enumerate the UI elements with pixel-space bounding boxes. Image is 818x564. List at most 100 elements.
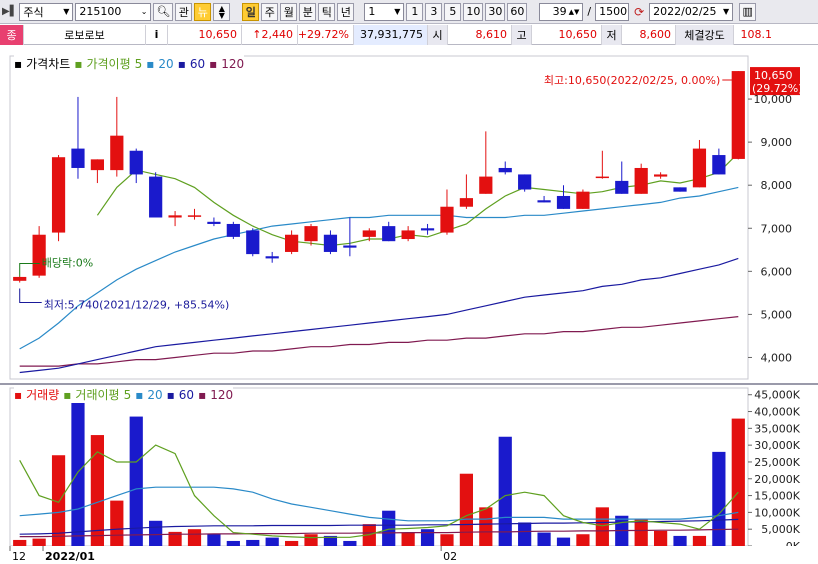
candle-up: [51, 157, 66, 233]
volume-bar: [576, 534, 590, 546]
candle-up: [595, 176, 609, 179]
volume-legend: ▪ 거래량 ▪ 거래이평 5 ▪ 20 ▪ 60 ▪ 120: [14, 386, 234, 403]
volume-axis-label: 45,000K: [754, 389, 800, 402]
price-axis-label: 9,000: [761, 136, 793, 149]
volume-bar: [304, 534, 318, 546]
volume-bar: [13, 539, 27, 546]
legend-marker: ▪: [177, 56, 186, 71]
volume-bar: [285, 540, 299, 546]
quote-strip: 종 로보로보 i 10,650 ↑2,440 +29.72% 37,931,77…: [0, 24, 818, 45]
chevron-down-icon: ⌄: [140, 7, 148, 16]
period-tab-tick[interactable]: 틱: [318, 2, 336, 21]
interval-select[interactable]: 1 ▼: [364, 2, 405, 21]
price-change-pct: +29.72%: [298, 24, 354, 45]
volume-bar: [71, 391, 85, 546]
legend-marker: ▪: [135, 387, 144, 402]
candle-up: [479, 176, 493, 194]
volume-bar: [149, 520, 163, 546]
info-button[interactable]: i: [146, 24, 168, 45]
last-price-tag-pct: (29.72%): [752, 82, 803, 95]
bars-total-input[interactable]: 1500: [595, 2, 630, 21]
volume-bar: [32, 538, 46, 546]
candle-down: [556, 195, 571, 209]
candle-down: [129, 150, 143, 175]
candle-down: [149, 176, 163, 218]
toolbar: ▶▌ 주식 ▼ 215100 ⌄ 🔍︎ 관 뉴 ▲ ▼ 일 주 월 분 틱 년 1…: [0, 0, 818, 24]
candle-down: [615, 180, 629, 194]
legend-marker-ma: ▪: [63, 387, 72, 402]
legend-marker: ▪: [14, 387, 23, 402]
interval-preset-10[interactable]: 10: [463, 2, 484, 21]
interval-preset-1[interactable]: 1: [406, 2, 424, 21]
volume-bar: [110, 500, 124, 546]
interval-preset-5[interactable]: 5: [444, 2, 462, 21]
candle-up: [110, 135, 124, 171]
chart-canvas[interactable]: 4,0005,0006,0007,0008,0009,00010,000최고:1…: [0, 46, 818, 564]
volume-axis-label: 20,000K: [754, 473, 800, 486]
volume-bar: [382, 510, 396, 546]
price-ma60-label: 60: [189, 56, 206, 71]
candle-up: [576, 191, 590, 209]
candle-up: [304, 226, 318, 242]
volume-bar: [712, 451, 726, 546]
spin-icon: ▲▼: [568, 7, 580, 16]
candle-down: [382, 226, 396, 242]
view-button[interactable]: 관: [175, 2, 193, 21]
price-ma120-label: 120: [221, 56, 245, 71]
strength-value: 108.1: [740, 28, 773, 41]
candle-down: [265, 256, 279, 259]
candle-down: [246, 230, 260, 255]
period-tab-year[interactable]: 년: [337, 2, 355, 21]
period-tab-minute[interactable]: 분: [299, 2, 317, 21]
price-axis-label: 5,000: [761, 308, 793, 321]
bars-shown-input[interactable]: 39 ▲▼: [539, 2, 584, 21]
open-price: 8,610: [448, 24, 512, 45]
volume-bar: [129, 416, 143, 546]
volume-axis-label: 5,000K: [761, 523, 800, 536]
volume-ma20-label: 20: [147, 387, 163, 402]
period-tab-month[interactable]: 월: [280, 2, 298, 21]
refresh-icon[interactable]: ⟳: [631, 5, 647, 19]
volume-panel-title[interactable]: 거래량: [26, 386, 59, 403]
search-button[interactable]: 🔍︎: [153, 2, 174, 21]
last-price-tag-value: 10,650: [754, 69, 793, 82]
price-ma-title[interactable]: 가격이평: [86, 55, 130, 72]
volume-axis-label: 40,000K: [754, 406, 800, 419]
period-tab-day[interactable]: 일: [242, 2, 260, 21]
price-axis-label: 8,000: [761, 179, 793, 192]
volume-bar: [207, 534, 221, 546]
volume-bar: [654, 530, 668, 546]
high-label: 고: [512, 24, 532, 45]
panel-toggle-icon[interactable]: ▶▌: [2, 6, 17, 17]
candle-down: [537, 200, 551, 203]
legend-marker: ▪: [146, 56, 155, 71]
low-label: 저: [602, 24, 622, 45]
date-select[interactable]: 2022/02/25 ▼: [649, 2, 734, 21]
price-ma5-label: 5: [134, 56, 143, 71]
volume-bar: [634, 519, 648, 546]
strength-label: 체결강도: [676, 24, 734, 45]
interval-preset-60[interactable]: 60: [507, 2, 528, 21]
trade-volume: 37,931,775: [354, 24, 428, 45]
chevron-down-icon: ▼: [394, 7, 401, 16]
volume-axis-label: 10,000K: [754, 506, 800, 519]
volume-bar: [265, 537, 279, 546]
stock-code-input[interactable]: 215100 ⌄: [75, 2, 152, 21]
volume-bar: [498, 436, 512, 546]
market-select[interactable]: 주식 ▼: [19, 2, 74, 21]
interval-preset-30[interactable]: 30: [485, 2, 506, 21]
volume-bar: [459, 473, 473, 546]
chart-settings-button[interactable]: ▥: [739, 2, 757, 21]
legend-marker: ▪: [198, 387, 207, 402]
interval-preset-3[interactable]: 3: [425, 2, 443, 21]
candle-down: [712, 155, 726, 175]
candle-down: [498, 167, 512, 173]
low-price: 8,600: [622, 24, 676, 45]
stepper-button[interactable]: ▲ ▼: [213, 2, 231, 21]
period-tab-week[interactable]: 주: [261, 2, 279, 21]
volume-bar: [537, 532, 551, 546]
legend-marker: ▪: [14, 56, 23, 71]
price-panel-title[interactable]: 가격차트: [26, 55, 70, 72]
news-button[interactable]: 뉴: [194, 2, 212, 21]
volume-ma-title[interactable]: 거래이평: [75, 386, 119, 403]
